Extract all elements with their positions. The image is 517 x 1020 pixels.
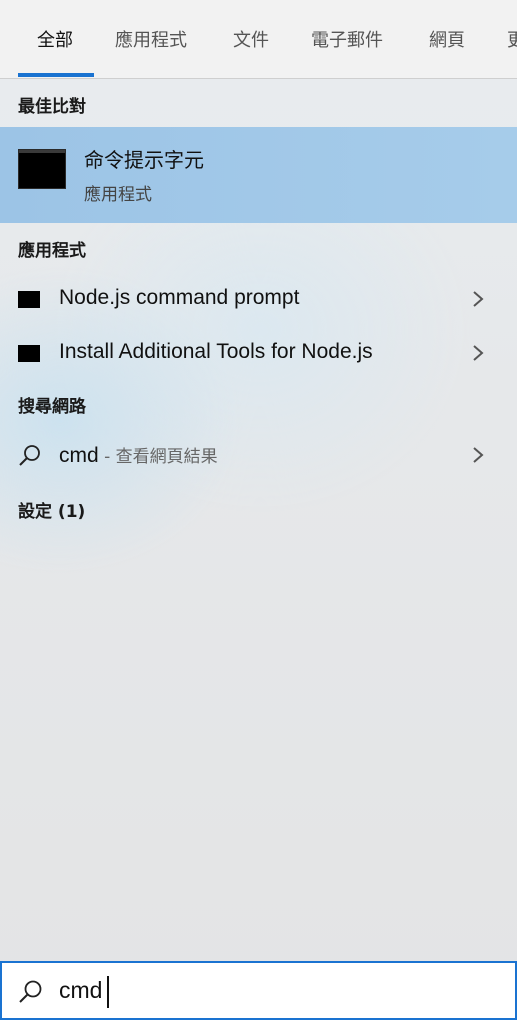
console-icon: [18, 291, 40, 308]
search-icon: [19, 980, 42, 1003]
web-search-header: 搜尋網路: [18, 397, 86, 417]
tab-email[interactable]: 電子郵件: [311, 26, 383, 52]
search-icon: [19, 445, 40, 466]
settings-header[interactable]: 設定 (1): [18, 497, 85, 522]
active-tab-indicator: [18, 73, 94, 77]
command-prompt-icon: [18, 149, 66, 189]
search-input[interactable]: [59, 973, 479, 1007]
best-match-title: 命令提示字元: [84, 148, 204, 172]
text-caret: [107, 976, 109, 1008]
web-search-query: cmd: [59, 444, 99, 467]
console-icon: [18, 345, 40, 362]
search-box[interactable]: [0, 961, 517, 1020]
chevron-right-icon[interactable]: [470, 344, 486, 362]
tab-more[interactable]: 更: [507, 26, 517, 52]
best-match-subtitle: 應用程式: [84, 185, 152, 205]
chevron-right-icon[interactable]: [470, 446, 486, 464]
web-search-suffix: - 查看網頁結果: [98, 447, 218, 467]
tab-web[interactable]: 網頁: [429, 26, 465, 52]
tab-all[interactable]: 全部: [37, 26, 73, 52]
app-result-nodejs-command-prompt[interactable]: Node.js command prompt: [0, 274, 517, 324]
chevron-right-icon[interactable]: [470, 290, 486, 308]
best-match-result[interactable]: 命令提示字元 應用程式: [0, 127, 517, 223]
app-result-label: Install Additional Tools for Node.js: [59, 340, 373, 363]
filter-tabs: 全部 應用程式 文件 電子郵件 網頁 更: [0, 0, 517, 79]
tab-apps[interactable]: 應用程式: [115, 26, 187, 52]
web-search-label: cmd - 查看網頁結果: [59, 442, 218, 468]
app-result-install-tools[interactable]: Install Additional Tools for Node.js: [0, 328, 517, 378]
tab-documents[interactable]: 文件: [233, 26, 269, 52]
best-match-header: 最佳比對: [18, 97, 86, 117]
apps-header: 應用程式: [18, 241, 86, 261]
app-result-label: Node.js command prompt: [59, 286, 300, 309]
web-search-result[interactable]: cmd - 查看網頁結果: [0, 430, 517, 480]
